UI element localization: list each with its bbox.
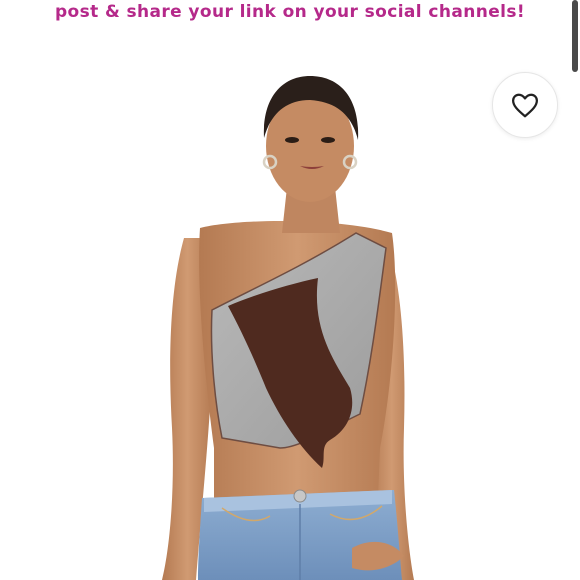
- promo-banner-text: post & share your link on your social ch…: [54, 2, 526, 22]
- favorite-button[interactable]: [492, 72, 558, 138]
- heart-icon: [512, 93, 538, 118]
